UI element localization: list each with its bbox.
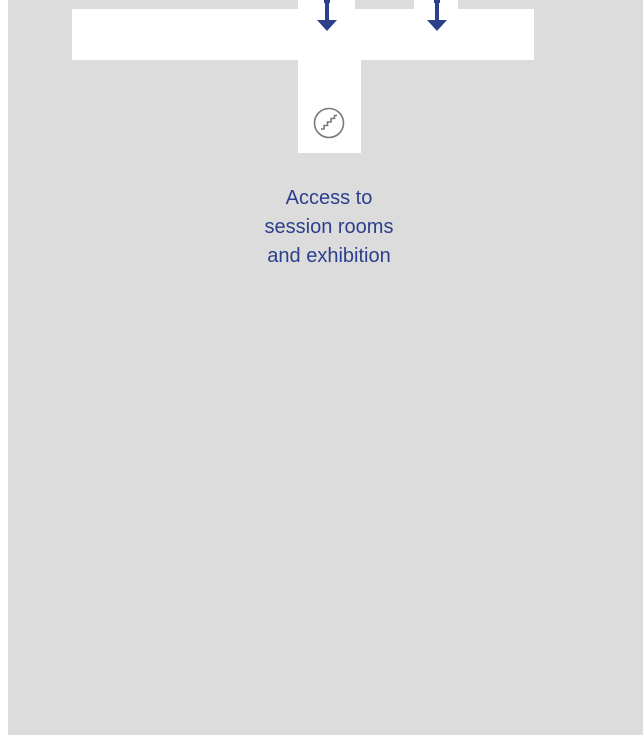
stairs-icon [313,107,345,139]
down-arrow-icon [427,0,447,31]
access-label-line: Access to [285,187,373,209]
access-label-line: session rooms [264,216,394,238]
down-arrow-icon [317,0,337,31]
corridor-horizontal [72,9,534,60]
access-label: Access to session rooms and exhibition [229,184,429,271]
access-label-line: and exhibition [267,245,391,267]
floor-map: Access to session rooms and exhibition [0,0,643,739]
